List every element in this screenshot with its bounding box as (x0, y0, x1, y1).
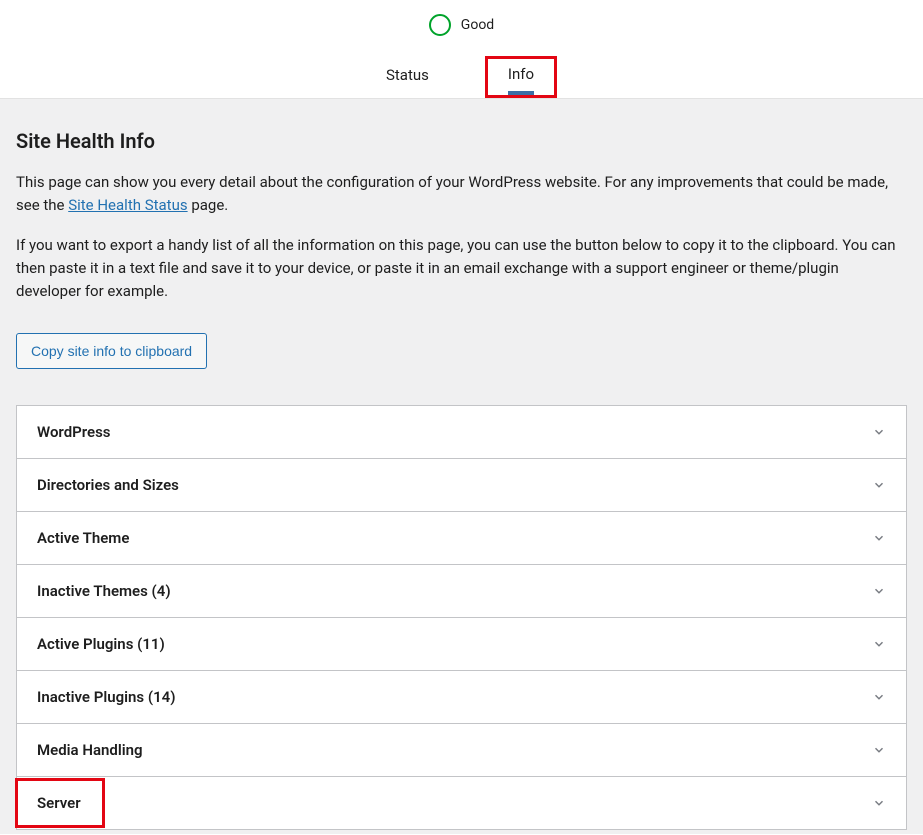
page-title: Site Health Info (16, 129, 907, 153)
accordion-header-active-theme[interactable]: Active Theme (17, 512, 906, 564)
description-1-post: page. (188, 196, 229, 214)
site-health-status-link[interactable]: Site Health Status (68, 196, 187, 214)
accordion-item-media-handling: Media Handling (16, 723, 907, 777)
accordion-title: Active Plugins (11) (37, 635, 165, 653)
accordion-title: Inactive Themes (4) (37, 582, 171, 600)
content-area: Site Health Info This page can show you … (0, 99, 923, 834)
accordion-header-inactive-plugins[interactable]: Inactive Plugins (14) (17, 671, 906, 723)
chevron-down-icon (872, 584, 886, 598)
status-indicator: Good (0, 14, 923, 36)
accordion-title: Media Handling (37, 741, 143, 759)
description-2: If you want to export a handy list of al… (16, 234, 907, 304)
tab-status-label: Status (386, 66, 429, 84)
accordion-item-directories: Directories and Sizes (16, 458, 907, 512)
copy-site-info-button[interactable]: Copy site info to clipboard (16, 333, 207, 369)
accordion-header-server[interactable]: Server (17, 777, 906, 829)
accordion-item-active-theme: Active Theme (16, 511, 907, 565)
chevron-down-icon (872, 425, 886, 439)
accordion-title: WordPress (37, 423, 111, 441)
accordion-item-server: Server (16, 776, 907, 830)
accordion: WordPress Directories and Sizes Active T… (16, 405, 907, 830)
site-health-header: Good Status Info (0, 0, 923, 99)
chevron-down-icon (872, 637, 886, 651)
tab-info-label: Info (508, 65, 534, 83)
accordion-title: Server (37, 794, 81, 812)
chevron-down-icon (872, 531, 886, 545)
accordion-header-active-plugins[interactable]: Active Plugins (11) (17, 618, 906, 670)
chevron-down-icon (872, 690, 886, 704)
accordion-header-directories[interactable]: Directories and Sizes (17, 459, 906, 511)
accordion-header-wordpress[interactable]: WordPress (17, 406, 906, 458)
accordion-title: Active Theme (37, 529, 129, 547)
chevron-down-icon (872, 478, 886, 492)
chevron-down-icon (872, 796, 886, 810)
accordion-title: Directories and Sizes (37, 476, 179, 494)
status-label: Good (461, 17, 494, 33)
accordion-item-active-plugins: Active Plugins (11) (16, 617, 907, 671)
status-circle-icon (429, 14, 451, 36)
accordion-header-inactive-themes[interactable]: Inactive Themes (4) (17, 565, 906, 617)
accordion-item-inactive-themes: Inactive Themes (4) (16, 564, 907, 618)
accordion-header-media-handling[interactable]: Media Handling (17, 724, 906, 776)
description-1: This page can show you every detail abou… (16, 171, 907, 218)
accordion-title: Inactive Plugins (14) (37, 688, 175, 706)
accordion-item-inactive-plugins: Inactive Plugins (14) (16, 670, 907, 724)
tab-bar: Status Info (0, 56, 923, 98)
accordion-item-wordpress: WordPress (16, 405, 907, 459)
tab-info[interactable]: Info (485, 56, 557, 98)
chevron-down-icon (872, 743, 886, 757)
tab-status[interactable]: Status (366, 56, 449, 98)
